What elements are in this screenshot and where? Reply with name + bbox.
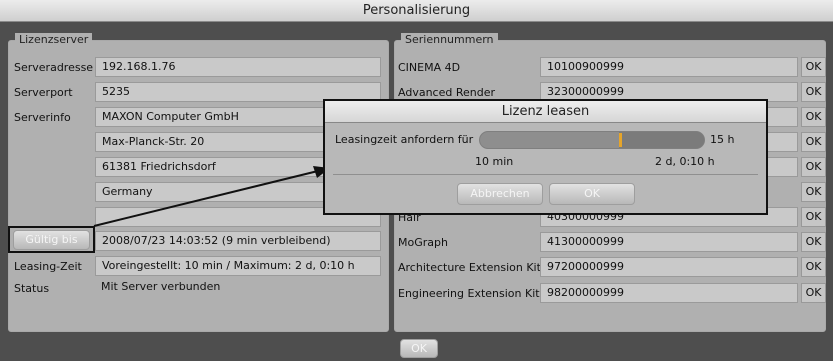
lease-value: 15 h: [710, 133, 735, 146]
lease-dialog-title: Lizenz leasen: [325, 101, 766, 123]
serial-name: Engineering Extension Kit: [398, 287, 540, 300]
serial-field[interactable]: 98200000999: [540, 283, 798, 303]
lease-slider[interactable]: [479, 131, 705, 149]
serial-ok-button[interactable]: OK: [801, 257, 826, 277]
valid-until-button[interactable]: Gültig bis: [13, 230, 90, 250]
serial-field[interactable]: 10100900999: [540, 57, 798, 77]
status-value: Mit Server verbunden: [101, 280, 221, 293]
serial-ok-button[interactable]: OK: [801, 232, 826, 252]
license-server-group-title: Lizenzserver: [15, 33, 93, 46]
lease-slider-thumb[interactable]: [619, 133, 622, 147]
server-address-field[interactable]: 192.168.1.76: [95, 57, 381, 77]
lease-cancel-button[interactable]: Abbrechen: [457, 183, 543, 205]
status-label: Status: [14, 282, 50, 295]
server-info-label: Serverinfo: [14, 111, 71, 124]
serial-ok-button[interactable]: OK: [801, 57, 826, 77]
lease-request-label: Leasingzeit anfordern für: [335, 133, 474, 146]
lease-dialog: Lizenz leasen Leasingzeit anfordern für …: [323, 99, 768, 215]
serial-ok-button[interactable]: OK: [801, 82, 826, 102]
lease-max-label: 2 d, 0:10 h: [655, 155, 715, 168]
lease-ok-button[interactable]: OK: [549, 183, 635, 205]
serial-ok-button[interactable]: OK: [801, 207, 826, 227]
valid-until-field[interactable]: 2008/07/23 14:03:52 (9 min verbleibend): [95, 231, 381, 251]
lease-min-label: 10 min: [475, 155, 514, 168]
serial-ok-button[interactable]: OK: [801, 132, 826, 152]
server-port-label: Serverport: [14, 86, 73, 99]
serial-ok-button[interactable]: OK: [801, 107, 826, 127]
lease-dialog-divider: [333, 174, 758, 175]
serial-ok-button[interactable]: OK: [801, 157, 826, 177]
footer-ok-button[interactable]: OK: [400, 339, 438, 358]
lease-slider-fill: [480, 132, 619, 148]
serial-name: CINEMA 4D: [398, 61, 461, 74]
server-address-label: Serveradresse: [14, 61, 94, 74]
serial-ok-button[interactable]: OK: [801, 182, 826, 202]
window-title: Personalisierung: [0, 0, 833, 22]
serial-name: MoGraph: [398, 236, 448, 249]
leasing-time-field: Voreingestellt: 10 min / Maximum: 2 d, 0…: [95, 256, 381, 276]
serial-name: Architecture Extension Kit: [398, 261, 541, 274]
serial-ok-button[interactable]: OK: [801, 283, 826, 303]
serial-numbers-group-title: Seriennummern: [401, 33, 498, 46]
serial-field[interactable]: 97200000999: [540, 257, 798, 277]
serial-name: Advanced Render: [398, 86, 495, 99]
leasing-time-label: Leasing-Zeit: [14, 260, 82, 273]
serial-field[interactable]: 41300000999: [540, 232, 798, 252]
